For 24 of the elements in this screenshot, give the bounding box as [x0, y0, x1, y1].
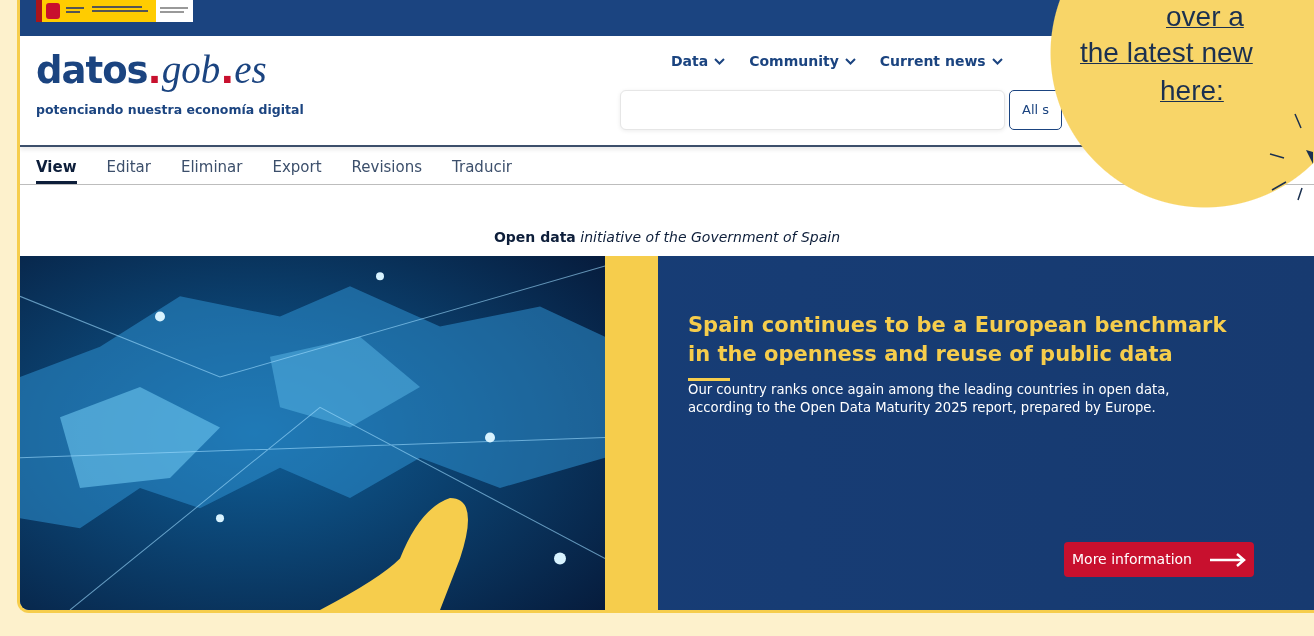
hero-title: Spain continues to be a European benchmark in the openness and reuse of public data: [688, 312, 1228, 369]
tab[interactable]: Traducir: [452, 147, 512, 184]
search-field[interactable]: [620, 90, 1005, 130]
tab[interactable]: Editar: [106, 147, 151, 184]
tab[interactable]: Export: [272, 147, 322, 184]
callout-text[interactable]: over a: [1166, 2, 1244, 32]
nav-menu-item[interactable]: Community: [749, 51, 856, 72]
subtitle: Open data initiative of the Government of Spain: [492, 228, 842, 247]
tagline: potenciando nuestra economía digital: [36, 101, 304, 119]
nav-menu-item[interactable]: Data: [671, 51, 726, 72]
arrow-right-icon: [1210, 552, 1246, 567]
pointer-icon: [1268, 112, 1313, 202]
chevron-down-icon: [714, 58, 726, 65]
more-information-button[interactable]: More information: [1064, 542, 1254, 577]
nav-menu-item[interactable]: Current news: [879, 51, 1003, 72]
tab[interactable]: View: [36, 147, 77, 184]
chevron-down-icon: [991, 58, 1003, 65]
search-scope-button[interactable]: All s: [1009, 90, 1063, 130]
callout-text[interactable]: here:: [1160, 76, 1224, 106]
tab[interactable]: Revisions: [351, 147, 423, 184]
tab[interactable]: Eliminar: [180, 147, 243, 184]
hero-text: Our country ranks once again among the leading countries in open data, according to the Open Data Maturity 2025 report, prepared by Europe.: [688, 380, 1171, 418]
chevron-down-icon: [844, 58, 856, 65]
callout-text[interactable]: the latest new: [1080, 38, 1253, 68]
